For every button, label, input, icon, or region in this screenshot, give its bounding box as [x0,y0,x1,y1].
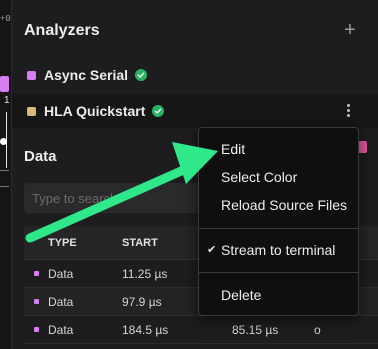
cell-type: Data [48,322,74,337]
menu-item-edit[interactable]: Edit [199,137,358,161]
waveform-handle[interactable] [0,138,7,145]
cell-type: Data [48,266,74,281]
adjacent-panel-edge: +0 1 [0,0,12,349]
analyzer-context-menu: Edit Select Color Reload Source Files ✔ … [198,127,359,316]
plus-icon[interactable]: + [340,20,360,40]
divider [0,170,9,171]
column-header-type[interactable]: TYPE [48,237,122,249]
table-row[interactable]: Data 184.5 µs 85.15 µs o [24,316,378,344]
more-vertical-icon[interactable] [343,103,353,119]
row-color-marker [24,271,48,276]
cell-start: 184.5 µs [122,322,169,337]
divider [0,186,9,187]
cell-type: Data [48,294,74,309]
menu-item-stream-to-terminal[interactable]: ✔ Stream to terminal [199,238,358,262]
search-input[interactable] [24,183,214,213]
row-color-marker [24,299,48,304]
channel-color-marker [0,76,9,92]
analyzer-name: Async Serial [44,67,129,83]
check-circle-icon [135,69,148,81]
search-field[interactable] [24,183,214,213]
analyzer-item-async-serial[interactable]: Async Serial [12,58,378,92]
edge-text: +0 [0,14,11,24]
menu-divider [199,272,358,273]
menu-item-delete[interactable]: Delete [199,283,358,307]
menu-item-select-color[interactable]: Select Color [199,165,358,189]
cell-duration: 85.15 µs [232,322,279,337]
menu-item-reload-source-files[interactable]: Reload Source Files [199,193,358,217]
analyzer-name: HLA Quickstart [44,103,146,119]
analyzer-item-hla-quickstart[interactable]: HLA Quickstart [12,94,378,128]
row-color-marker [24,327,48,332]
analyzer-color-swatch[interactable] [27,106,36,116]
menu-divider [199,228,358,229]
menu-item-label: Stream to terminal [221,242,336,258]
checkmark-icon: ✔ [207,244,217,256]
edge-number: 1 [4,95,10,106]
cell-value: o [314,322,321,337]
analyzers-title: Analyzers [24,22,100,39]
analyzer-color-swatch[interactable] [27,70,36,80]
data-title: Data [24,148,57,165]
check-circle-icon [152,105,165,117]
